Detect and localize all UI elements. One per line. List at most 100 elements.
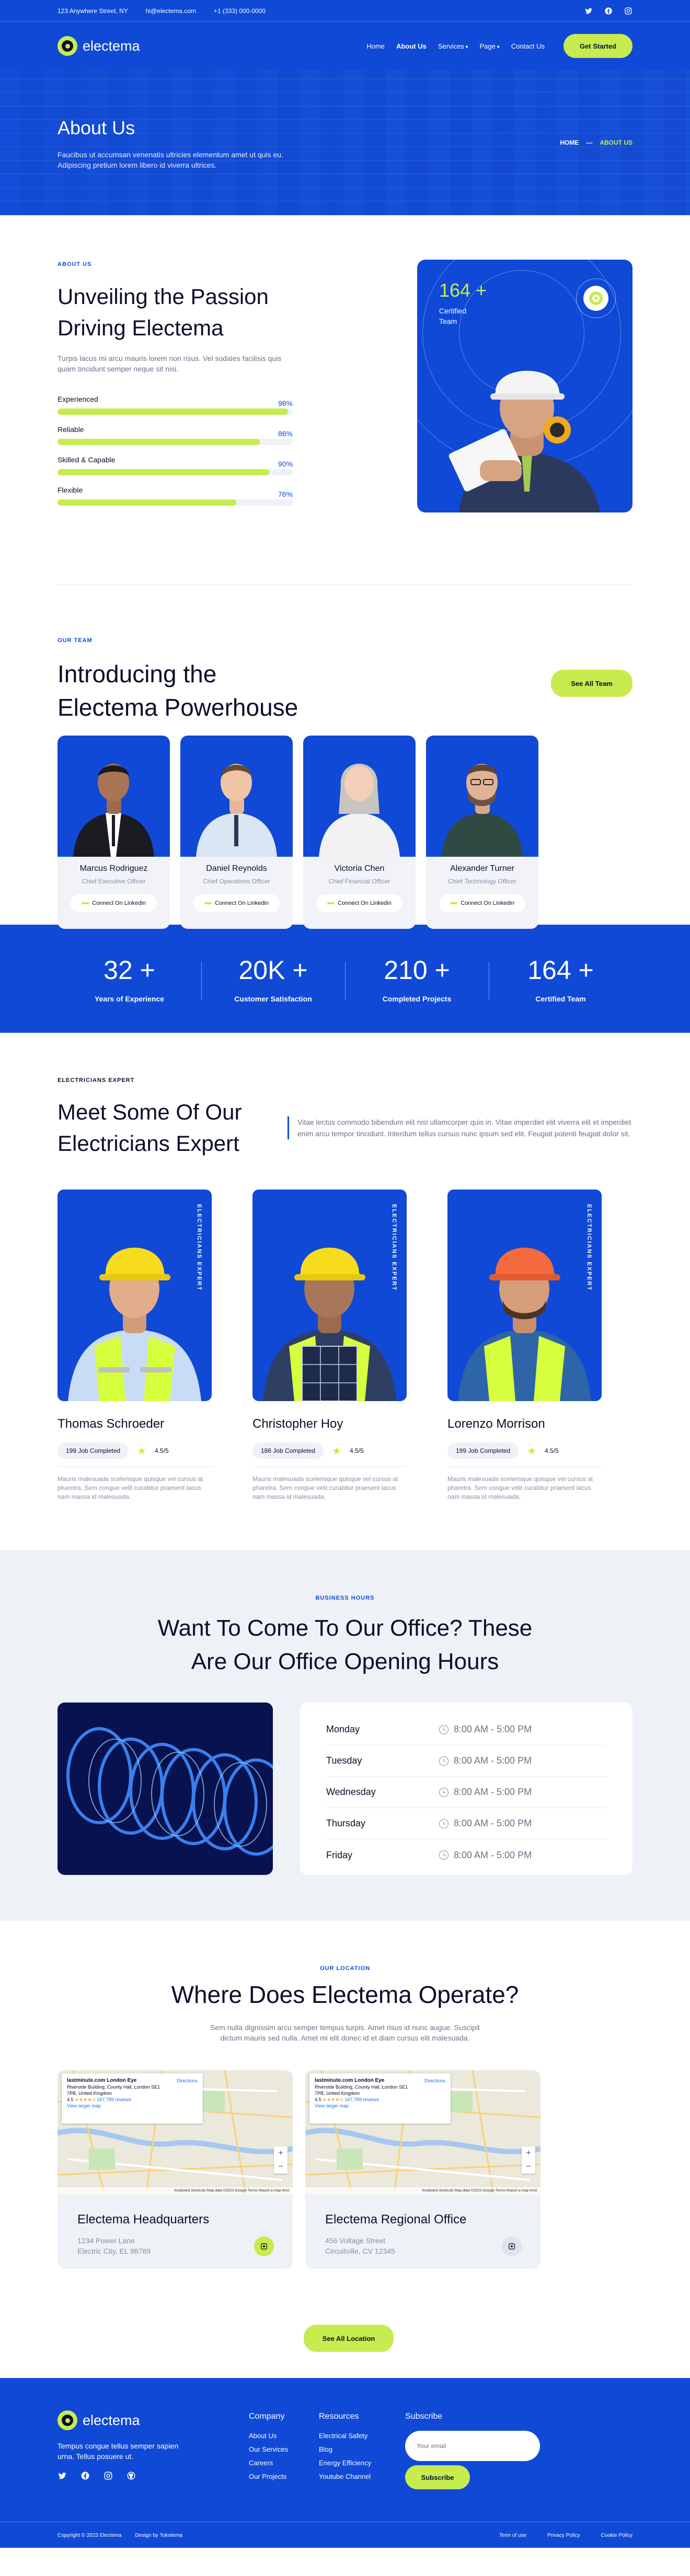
locations-eyebrow: OUR LOCATION bbox=[319, 1965, 371, 1972]
email-link[interactable]: hi@electema.com bbox=[146, 7, 196, 15]
logo-icon bbox=[58, 2410, 77, 2430]
directions-link[interactable]: Directions bbox=[424, 2078, 445, 2084]
subscribe-button[interactable]: Subscribe bbox=[405, 2465, 470, 2489]
nav-item-page[interactable]: Page bbox=[480, 42, 500, 50]
footer-link-electrical-safety[interactable]: Electrical Safety bbox=[319, 2432, 371, 2440]
embedded-map[interactable]: lastminute.com London Eye Riverside Buil… bbox=[305, 2070, 540, 2195]
footer-link-services[interactable]: Our Services bbox=[249, 2445, 288, 2453]
clock-icon bbox=[439, 1756, 448, 1766]
zoom-in-icon[interactable]: + bbox=[278, 2149, 283, 2158]
map-zoom-control[interactable]: + − bbox=[274, 2147, 288, 2174]
footer-bottom-bar: Copyright © 2023 Electema Design by Toko… bbox=[0, 2522, 690, 2548]
footer-company-title: Company bbox=[249, 2412, 285, 2421]
view-larger-map-link[interactable]: View larger map bbox=[315, 2103, 445, 2109]
view-larger-map-link[interactable]: View larger map bbox=[67, 2103, 198, 2109]
expert-photo: ELECTRICIANS EXPERT bbox=[252, 1190, 407, 1401]
expert-vertical-label: ELECTRICIANS EXPERT bbox=[586, 1204, 592, 1291]
nav-item-about[interactable]: About Us bbox=[396, 42, 427, 50]
facebook-icon[interactable] bbox=[80, 2471, 90, 2480]
map-reviews[interactable]: 167,789 reviews bbox=[97, 2097, 131, 2102]
locations-grid: lastminute.com London Eye Riverside Buil… bbox=[58, 2070, 540, 2269]
footer-link-careers[interactable]: Careers bbox=[249, 2459, 288, 2467]
get-started-button[interactable]: Get Started bbox=[564, 34, 632, 58]
brand-name: electema bbox=[83, 2412, 140, 2428]
cables-image bbox=[58, 1703, 273, 1875]
map-pin-icon[interactable] bbox=[254, 2236, 274, 2256]
location-name: Electema Regional Office bbox=[325, 2212, 467, 2227]
directions-link[interactable]: Directions bbox=[177, 2078, 198, 2084]
cookie-link[interactable]: Cookie Policy bbox=[601, 2533, 632, 2538]
stat-number: 164 + bbox=[527, 955, 594, 985]
location-address: 456 Voltage Street Circuitville, CV 12345 bbox=[325, 2235, 395, 2256]
footer-logo[interactable]: electema bbox=[58, 2410, 140, 2430]
footer-resources-column: Resources Electrical Safety Blog Energy … bbox=[319, 2412, 371, 2486]
privacy-link[interactable]: Privacy Policy bbox=[547, 2533, 580, 2538]
twitter-icon[interactable] bbox=[584, 7, 593, 15]
terms-link[interactable]: Term of use bbox=[499, 2533, 526, 2538]
linkedin-button[interactable]: Connect On Linkedin bbox=[193, 894, 280, 912]
locations-sub: Sem nulla dignissim arcu semper tempus t… bbox=[210, 2023, 480, 2042]
skill-name: Flexible bbox=[58, 486, 83, 494]
linkedin-button[interactable]: Connect On Linkedin bbox=[439, 894, 525, 912]
skill-name: Skilled & Capable bbox=[58, 456, 116, 464]
facebook-icon[interactable] bbox=[604, 7, 613, 15]
phone-link[interactable]: +1 (333) 000-0000 bbox=[214, 7, 266, 15]
footer-link-blog[interactable]: Blog bbox=[319, 2445, 371, 2453]
email-input[interactable] bbox=[405, 2431, 540, 2461]
experts-title: Meet Some Of Our Electricians Expert bbox=[58, 1100, 242, 1156]
design-credit: Design by Tokotema bbox=[135, 2532, 182, 2538]
expert-name: Christopher Hoy bbox=[252, 1417, 343, 1431]
logo[interactable]: electema bbox=[58, 36, 140, 56]
stat-label: Certified Team bbox=[535, 995, 586, 1003]
skill-bar: Experienced 98% bbox=[58, 395, 293, 425]
map-place-title: lastminute.com London Eye bbox=[67, 2078, 137, 2083]
map-reviews[interactable]: 167,789 reviews bbox=[344, 2097, 379, 2102]
zoom-in-icon[interactable]: + bbox=[526, 2149, 531, 2158]
address-line: Electric City, EL 98789 bbox=[77, 2247, 151, 2255]
instagram-icon[interactable] bbox=[104, 2471, 113, 2480]
map-footer: Keyboard shortcuts Map data ©2023 Google… bbox=[58, 2187, 293, 2195]
see-all-location-button[interactable]: See All Location bbox=[304, 2325, 394, 2352]
breadcrumb-separator: — bbox=[586, 139, 593, 146]
footer-link-about[interactable]: About Us bbox=[249, 2432, 288, 2440]
github-icon[interactable] bbox=[126, 2471, 136, 2480]
linkedin-button[interactable]: Connect On Linkedin bbox=[316, 894, 402, 912]
team-eyebrow: OUR TEAM bbox=[58, 637, 93, 644]
expert-vertical-label: ELECTRICIANS EXPERT bbox=[391, 1204, 397, 1291]
star-icon: ★★★★½ bbox=[323, 2097, 343, 2102]
see-all-team-button[interactable]: See All Team bbox=[551, 670, 632, 697]
linkedin-button[interactable]: Connect On Linkedin bbox=[71, 894, 157, 912]
expert-desc: Mauris malesuada scelerisque quisque vel… bbox=[58, 1475, 203, 1500]
card-divider bbox=[447, 1466, 602, 1467]
twitter-icon[interactable] bbox=[58, 2471, 67, 2480]
footer-link-projects[interactable]: Our Projects bbox=[249, 2473, 288, 2480]
map-zoom-control[interactable]: + − bbox=[522, 2147, 535, 2174]
breadcrumb-home[interactable]: HOME bbox=[560, 139, 579, 146]
map-pin-icon[interactable] bbox=[502, 2236, 522, 2256]
breadcrumb: HOME — ABOUT US bbox=[560, 139, 632, 146]
rating-text: 4.5/5 bbox=[155, 1447, 169, 1454]
embedded-map[interactable]: lastminute.com London Eye Riverside Buil… bbox=[58, 2070, 293, 2195]
skill-name: Reliable bbox=[58, 425, 84, 434]
nav-item-services[interactable]: Services bbox=[438, 42, 468, 50]
nav-item-home[interactable]: Home bbox=[366, 42, 385, 50]
linkedin-label: Connect On Linkedin bbox=[92, 900, 146, 906]
nav-item-contact[interactable]: Contact Us bbox=[511, 42, 545, 50]
page-hero: About Us Faucibus ut accumsan venenatis … bbox=[0, 70, 690, 215]
zoom-out-icon[interactable]: − bbox=[278, 2162, 283, 2172]
expert-card: ELECTRICIANS EXPERT Thomas Schroeder 199… bbox=[58, 1190, 242, 1503]
star-icon: ★★★★½ bbox=[75, 2097, 96, 2102]
member-role: Chief Technology Officer bbox=[448, 878, 516, 885]
member-name: Daniel Reynolds bbox=[206, 864, 267, 873]
footer-link-energy-efficiency[interactable]: Energy Efficiency bbox=[319, 2459, 371, 2467]
footer-link-youtube[interactable]: Youtube Channel bbox=[319, 2473, 371, 2480]
zoom-out-icon[interactable]: − bbox=[526, 2162, 531, 2172]
instagram-icon[interactable] bbox=[624, 7, 632, 15]
team-title: Introducing the Electema Powerhouse bbox=[58, 660, 298, 721]
hours-row: Wednesday 8:00 AM - 5:00 PM bbox=[326, 1777, 606, 1808]
skill-bar: Reliable 86% bbox=[58, 425, 293, 456]
hours-time: 8:00 AM - 5:00 PM bbox=[454, 1724, 532, 1734]
hours-row: Monday 8:00 AM - 5:00 PM bbox=[326, 1714, 606, 1745]
map-footer: Keyboard shortcuts Map data ©2023 Google… bbox=[305, 2187, 540, 2195]
brand-name: electema bbox=[83, 38, 140, 54]
